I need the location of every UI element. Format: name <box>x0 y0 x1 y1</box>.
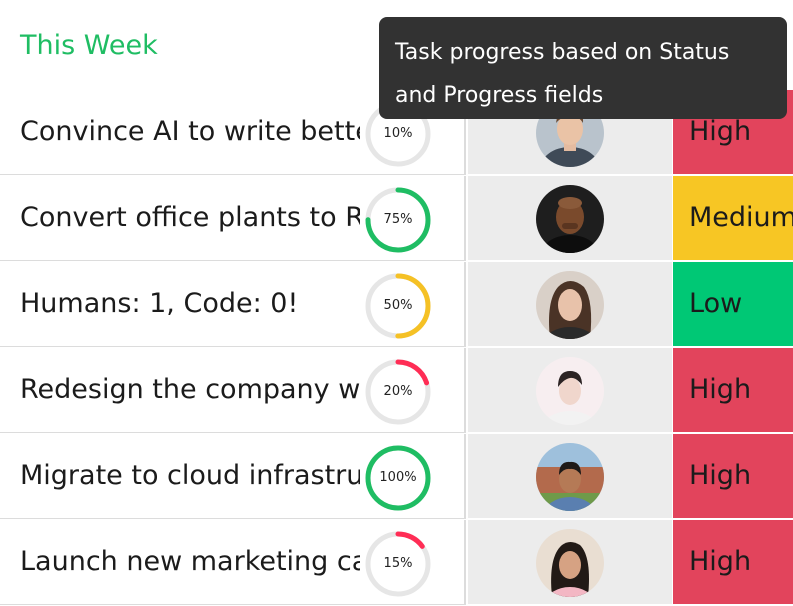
avatar[interactable] <box>536 357 604 425</box>
progress-ring[interactable]: 75% <box>363 185 433 255</box>
table-row[interactable]: Redesign the company website 20% High <box>0 348 793 434</box>
progress-ring[interactable]: 20% <box>363 357 433 427</box>
table-row[interactable]: Humans: 1, Code: 0! 50% Low <box>0 262 793 348</box>
task-name[interactable]: Launch new marketing campaign <box>20 520 360 604</box>
priority-label: High <box>689 546 752 577</box>
table-row[interactable]: Launch new marketing campaign 15% High <box>0 520 793 606</box>
task-cell[interactable]: Launch new marketing campaign 15% <box>0 520 466 605</box>
priority-label: Medium <box>689 202 793 233</box>
avatar[interactable] <box>536 271 604 339</box>
priority-cell[interactable]: High <box>673 434 793 520</box>
priority-label: Low <box>689 288 743 319</box>
progress-label: 100% <box>379 470 417 485</box>
progress-tooltip: Task progress based on Status and Progre… <box>379 17 787 119</box>
task-cell[interactable]: Convert office plants to Robots 75% <box>0 176 466 261</box>
priority-cell[interactable]: Low <box>673 262 793 348</box>
priority-cell[interactable]: Medium <box>673 176 793 262</box>
priority-label: High <box>689 374 752 405</box>
progress-label: 20% <box>383 384 413 399</box>
owner-cell[interactable] <box>468 520 672 606</box>
progress-label: 15% <box>383 556 413 571</box>
avatar[interactable] <box>536 185 604 253</box>
progress-label: 75% <box>383 212 413 227</box>
progress-ring[interactable]: 15% <box>363 529 433 599</box>
task-cell[interactable]: Humans: 1, Code: 0! 50% <box>0 262 466 347</box>
avatar[interactable] <box>536 529 604 597</box>
task-name[interactable]: Convince AI to write better <box>20 90 360 174</box>
task-name[interactable]: Migrate to cloud infrastructure <box>20 434 360 518</box>
table-row[interactable]: Convert office plants to Robots 75% Medi… <box>0 176 793 262</box>
task-name[interactable]: Humans: 1, Code: 0! <box>20 262 360 346</box>
avatar[interactable] <box>536 443 604 511</box>
task-name[interactable]: Convert office plants to Robots <box>20 176 360 260</box>
priority-cell[interactable]: High <box>673 520 793 606</box>
table-row[interactable]: Migrate to cloud infrastructure 100% Hig… <box>0 434 793 520</box>
task-cell[interactable]: Redesign the company website 20% <box>0 348 466 433</box>
owner-cell[interactable] <box>468 348 672 434</box>
owner-cell[interactable] <box>468 434 672 520</box>
owner-cell[interactable] <box>468 262 672 348</box>
progress-ring[interactable]: 50% <box>363 271 433 341</box>
priority-cell[interactable]: High <box>673 348 793 434</box>
task-cell[interactable]: Migrate to cloud infrastructure 100% <box>0 434 466 519</box>
progress-ring[interactable]: 100% <box>363 443 433 513</box>
task-name[interactable]: Redesign the company website <box>20 348 360 432</box>
priority-label: High <box>689 460 752 491</box>
progress-label: 50% <box>383 298 413 313</box>
group-title[interactable]: This Week <box>20 30 158 61</box>
owner-cell[interactable] <box>468 176 672 262</box>
